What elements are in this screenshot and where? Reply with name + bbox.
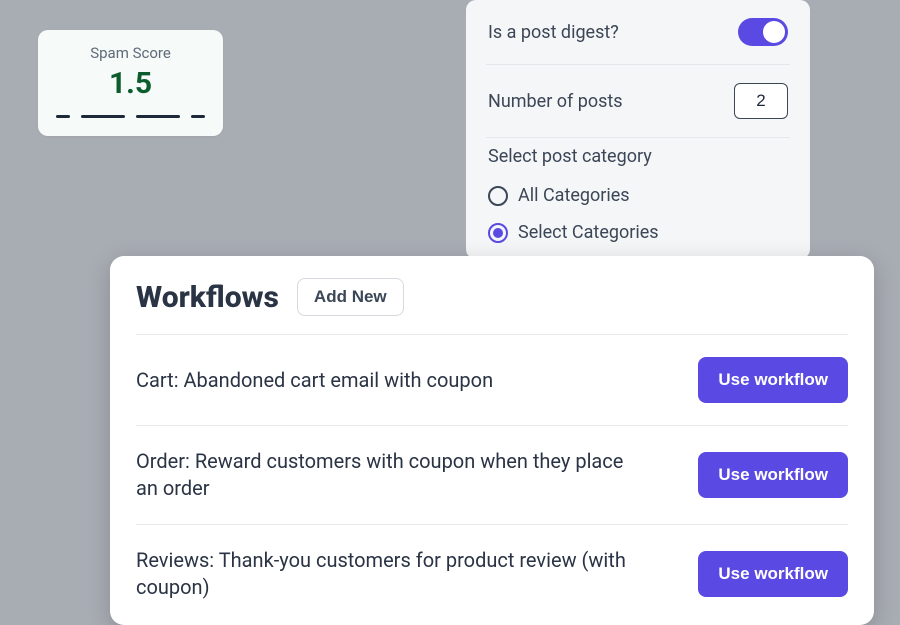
use-workflow-button[interactable]: Use workflow bbox=[698, 452, 848, 498]
digest-label: Is a post digest? bbox=[488, 22, 619, 43]
spam-score-indicator bbox=[54, 115, 207, 118]
num-posts-label: Number of posts bbox=[488, 91, 623, 112]
workflow-row: Cart: Abandoned cart email with coupon U… bbox=[136, 334, 848, 425]
radio-all-categories[interactable]: All Categories bbox=[486, 179, 790, 216]
spam-score-value: 1.5 bbox=[54, 66, 207, 101]
workflows-card: Workflows Add New Cart: Abandoned cart e… bbox=[110, 256, 874, 625]
add-new-button[interactable]: Add New bbox=[297, 278, 404, 316]
workflows-header: Workflows Add New bbox=[136, 278, 848, 316]
digest-toggle[interactable] bbox=[738, 18, 788, 46]
use-workflow-button[interactable]: Use workflow bbox=[698, 551, 848, 597]
num-posts-input[interactable] bbox=[734, 83, 788, 119]
toggle-knob-icon bbox=[763, 21, 785, 43]
spam-score-label: Spam Score bbox=[54, 44, 207, 62]
num-posts-row: Number of posts bbox=[486, 65, 790, 138]
workflow-row: Order: Reward customers with coupon when… bbox=[136, 425, 848, 524]
workflows-title: Workflows bbox=[136, 280, 279, 315]
radio-select-label: Select Categories bbox=[518, 222, 659, 243]
post-settings-panel: Is a post digest? Number of posts Select… bbox=[466, 0, 810, 259]
workflow-name: Order: Reward customers with coupon when… bbox=[136, 448, 636, 502]
category-section-label: Select post category bbox=[486, 138, 790, 179]
radio-icon bbox=[488, 186, 508, 206]
radio-all-label: All Categories bbox=[518, 185, 630, 206]
workflow-name: Reviews: Thank-you customers for product… bbox=[136, 547, 636, 601]
workflow-row: Reviews: Thank-you customers for product… bbox=[136, 524, 848, 623]
spam-score-card: Spam Score 1.5 bbox=[38, 30, 223, 136]
radio-select-categories[interactable]: Select Categories bbox=[486, 216, 790, 253]
radio-icon bbox=[488, 223, 508, 243]
digest-row: Is a post digest? bbox=[486, 0, 790, 65]
use-workflow-button[interactable]: Use workflow bbox=[698, 357, 848, 403]
workflow-name: Cart: Abandoned cart email with coupon bbox=[136, 367, 493, 394]
